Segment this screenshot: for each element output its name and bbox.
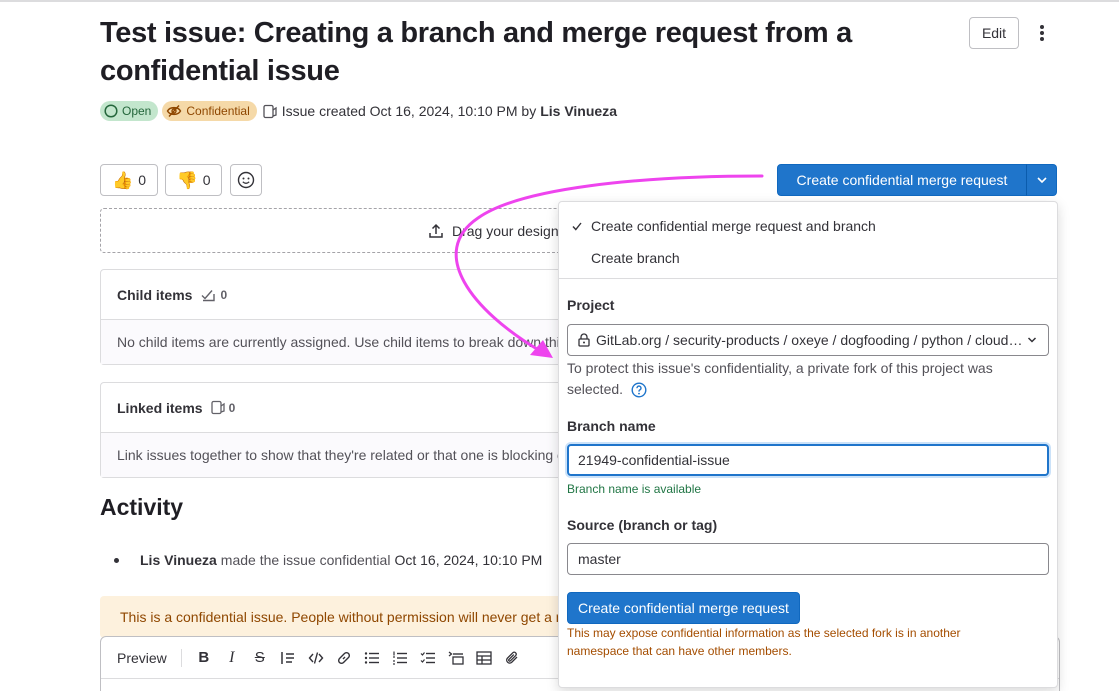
project-help: To protect this issue's confidentiality,… xyxy=(567,358,1047,400)
created-text: Issue created Oct 16, 2024, 10:10 PM by xyxy=(281,103,537,119)
thumbs-down-count: 0 xyxy=(202,172,211,188)
thumbs-down-button[interactable]: 👎 0 xyxy=(165,164,222,196)
bullet-list-icon[interactable] xyxy=(358,644,386,672)
code-icon[interactable] xyxy=(302,644,330,672)
fork-warning: This may expose confidential information… xyxy=(567,626,961,658)
author-link[interactable]: Lis Vinueza xyxy=(540,103,617,119)
issue-type-icon xyxy=(210,400,225,415)
confidential-warning: This is a confidential issue. People wit… xyxy=(100,596,570,638)
branch-status: Branch name is available xyxy=(567,482,702,496)
issue-title: Test issue: Creating a branch and merge … xyxy=(100,17,852,87)
activity-action: made the issue confidential xyxy=(220,552,391,568)
edit-button[interactable]: Edit xyxy=(969,17,1019,49)
chevron-down-icon xyxy=(1027,337,1037,343)
source-input[interactable]: master xyxy=(567,543,1049,575)
top-border xyxy=(0,0,1119,2)
thumbs-up-count: 0 xyxy=(138,172,146,188)
toolbar-divider xyxy=(180,648,182,667)
project-select[interactable]: GitLab.org / security-products / oxeye /… xyxy=(567,324,1049,356)
task-done-icon xyxy=(201,289,216,301)
status-badge: Open xyxy=(100,101,159,121)
create-confidential-mr-button[interactable]: Create confidential merge request xyxy=(777,164,1027,196)
option-label: Create confidential merge request and br… xyxy=(591,218,876,234)
collapsible-section-icon[interactable] xyxy=(442,644,470,672)
source-label: Source (branch or tag) xyxy=(567,517,718,533)
preview-tab[interactable]: Preview xyxy=(117,650,167,666)
thumbs-down-icon: 👎 xyxy=(176,170,198,190)
project-label: Project xyxy=(567,297,615,313)
issue-meta: Open Confidential Issue created Oct 16, … xyxy=(100,100,617,122)
status-badge-label: Open xyxy=(122,104,152,118)
question-icon[interactable] xyxy=(631,382,647,398)
child-items-title: Child items xyxy=(117,286,193,303)
create-mr-dropdown: Create confidential merge request and br… xyxy=(558,201,1058,688)
activity-timestamp[interactable]: Oct 16, 2024, 10:10 PM xyxy=(394,552,542,568)
activity-author[interactable]: Lis Vinueza xyxy=(140,552,217,568)
option-create-mr-and-branch[interactable]: Create confidential merge request and br… xyxy=(559,210,1057,242)
attach-file-icon[interactable] xyxy=(498,644,526,672)
bullet xyxy=(114,557,119,563)
bold-icon[interactable]: B xyxy=(190,644,218,672)
upload-icon xyxy=(429,223,443,238)
task-list-icon[interactable] xyxy=(414,644,442,672)
strikethrough-icon[interactable]: S xyxy=(246,644,274,672)
option-create-branch[interactable]: Create branch xyxy=(559,242,1057,274)
smiley-icon xyxy=(237,171,255,189)
numbered-list-icon[interactable] xyxy=(386,644,414,672)
branch-name-label: Branch name xyxy=(567,418,656,434)
linked-items-title: Linked items xyxy=(117,399,203,416)
confidential-badge-label: Confidential xyxy=(186,104,250,118)
linked-items-count: 0 xyxy=(210,400,236,415)
activity-item: Lis Vinueza made the issue confidential … xyxy=(114,552,542,568)
divider xyxy=(559,278,1057,279)
submit-create-mr-button[interactable]: Create confidential merge request xyxy=(567,592,800,624)
linked-items-count-value: 0 xyxy=(228,400,236,415)
thumbs-up-icon: 👍 xyxy=(112,170,134,190)
project-select-value: GitLab.org / security-products / oxeye /… xyxy=(596,332,1024,348)
create-mr-dropdown-toggle[interactable] xyxy=(1026,164,1057,196)
italic-icon[interactable]: I xyxy=(218,644,246,672)
quote-icon[interactable] xyxy=(274,644,302,672)
eye-slash-icon xyxy=(167,105,182,117)
link-icon[interactable] xyxy=(330,644,358,672)
thumbs-up-button[interactable]: 👍 0 xyxy=(100,164,158,196)
create-mr-split-button: Create confidential merge request xyxy=(777,164,1057,196)
issue-type-icon xyxy=(263,104,277,119)
activity-heading: Activity xyxy=(100,494,184,520)
add-reaction-button[interactable] xyxy=(230,164,262,196)
confidential-warning-text: This is a confidential issue. People wit… xyxy=(120,609,570,625)
chevron-down-icon xyxy=(1036,177,1047,184)
branch-name-input[interactable]: 21949-confidential-issue xyxy=(567,444,1049,476)
issue-open-icon xyxy=(104,104,118,118)
confidential-badge: Confidential xyxy=(162,101,257,121)
child-items-count: 0 xyxy=(200,288,227,302)
option-label: Create branch xyxy=(591,250,680,266)
more-actions-icon[interactable] xyxy=(1030,20,1054,46)
table-icon[interactable] xyxy=(470,644,498,672)
lock-icon xyxy=(578,333,590,347)
check-icon xyxy=(559,222,591,231)
child-items-count-value: 0 xyxy=(220,287,228,302)
